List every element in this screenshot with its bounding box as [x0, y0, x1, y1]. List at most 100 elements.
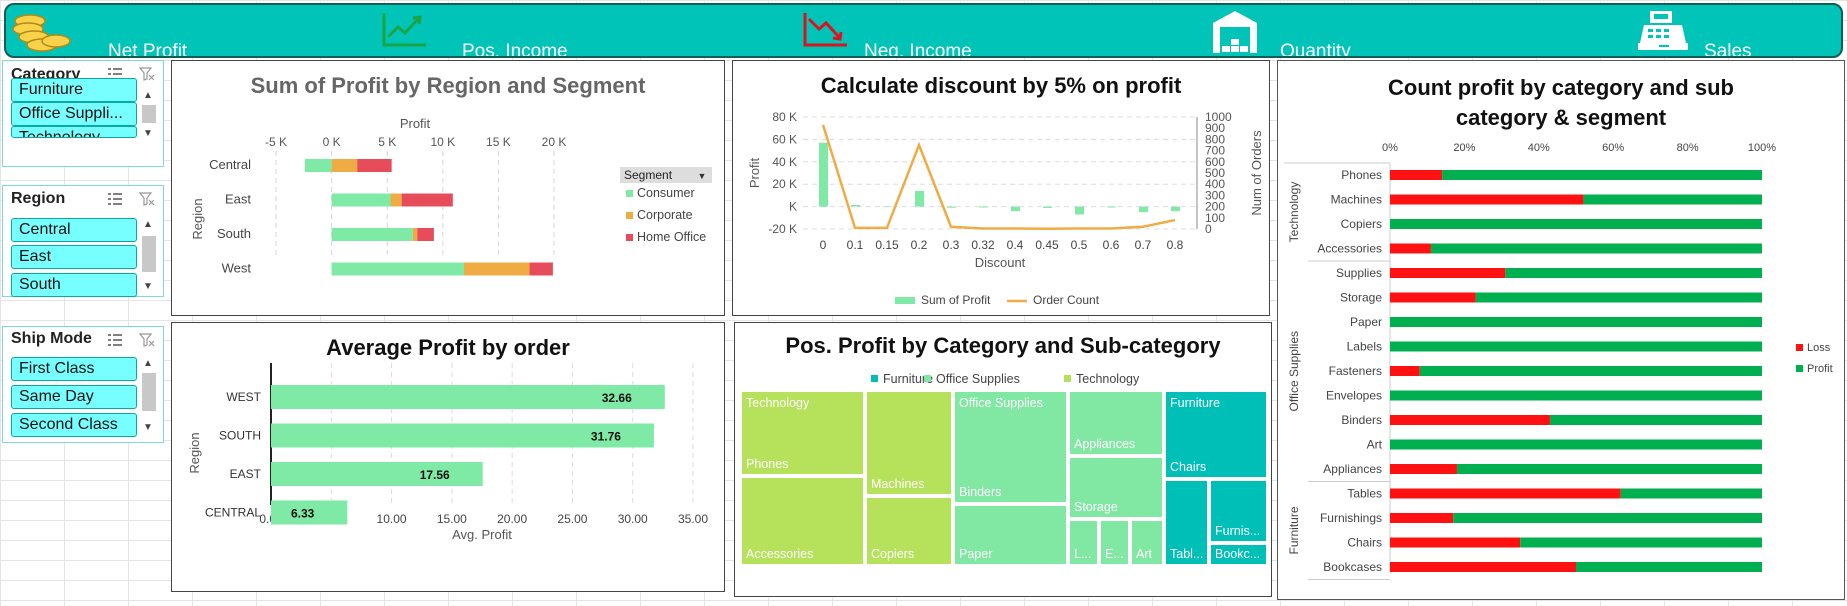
x-tick-label: 15 K — [486, 135, 511, 149]
region-slicer: Region Central East South ▲ ▼ — [2, 185, 164, 297]
bar-segment — [390, 193, 402, 207]
scroll-down-icon[interactable]: ▼ — [143, 129, 153, 139]
bar — [1139, 206, 1148, 213]
slicer-item[interactable]: East — [11, 245, 137, 269]
treemap-cell-label: Copiers — [871, 547, 914, 561]
legend-label: Loss — [1807, 342, 1831, 354]
loss-bar — [1390, 292, 1476, 303]
loss-bar — [1390, 415, 1550, 425]
scroll-up-icon[interactable]: ▲ — [143, 359, 153, 369]
discount-chart: -20 KK20 K40 K60 K80 K010020030040050060… — [747, 110, 1264, 307]
bar-segment — [401, 193, 453, 207]
y-tick-label: East — [225, 192, 251, 207]
bar — [1011, 206, 1020, 212]
profit-bar — [1583, 194, 1762, 205]
slicer-item[interactable]: Office Suppli... — [11, 102, 137, 126]
slicer-item[interactable]: Furniture — [11, 78, 137, 102]
chevron-down-icon: ▼ — [698, 171, 707, 181]
y-tick-label: Labels — [1347, 340, 1382, 354]
treemap-cell-label: Paper — [959, 547, 992, 561]
profit-bar — [1549, 415, 1762, 425]
profit-bar — [1390, 439, 1762, 450]
group-label: Office Supplies — [1287, 331, 1301, 412]
coins-icon — [12, 14, 71, 52]
loss-bar — [1390, 464, 1457, 474]
x-tick-label: 0.1 — [847, 238, 864, 252]
multi-select-icon[interactable] — [107, 192, 123, 206]
data-label: 32.66 — [602, 391, 632, 405]
category-slicer: Category Furniture Office Suppli... Tech… — [2, 60, 164, 167]
kpi-banner: Net Profit Pos. Income Neg. Income Quant… — [4, 3, 1843, 58]
profit-bar — [1390, 317, 1762, 327]
profit-bar — [1576, 562, 1762, 572]
x-tick-label: 0.4 — [1007, 238, 1024, 252]
slicer-scrollbar[interactable]: ▲ ▼ — [141, 218, 157, 296]
scroll-down-icon[interactable]: ▼ — [143, 282, 153, 292]
x-tick-label: 35.00 — [678, 512, 708, 526]
scroll-up-icon[interactable]: ▲ — [143, 220, 153, 230]
slicer-scrollbar[interactable]: ▲ ▼ — [141, 357, 157, 437]
treemap-cell-label: Storage — [1074, 500, 1118, 514]
bar-segment — [412, 228, 418, 241]
legend-title: Segment — [624, 168, 673, 182]
clear-filter-icon[interactable] — [139, 333, 155, 347]
y-tick-label: CENTRAL — [205, 506, 261, 520]
slicer-scrollbar[interactable]: ▲ ▼ — [141, 91, 157, 141]
treemap-cell-label: Phones — [746, 457, 788, 471]
slicer-item[interactable]: Same Day — [11, 385, 137, 409]
clear-filter-icon[interactable] — [139, 192, 155, 206]
treemap-group-label: Furniture — [1170, 396, 1220, 410]
x-tick-label: 25.00 — [557, 512, 587, 526]
legend-swatch — [1796, 365, 1803, 372]
bar — [819, 142, 828, 207]
loss-bar — [1390, 268, 1506, 278]
x-axis-title: Profit — [400, 116, 431, 131]
bar — [851, 204, 860, 207]
slicer-item[interactable]: South — [11, 273, 137, 297]
profit-bar — [1475, 292, 1762, 303]
y-tick-label: 40 K — [772, 155, 797, 169]
kpi-label: Sales — [1704, 41, 1752, 58]
cash-register-icon — [1638, 11, 1688, 50]
y2-axis-title: Num of Orders — [1249, 130, 1264, 216]
loss-bar — [1390, 170, 1443, 180]
bar-segment — [331, 159, 358, 172]
legend-label: Office Supplies — [936, 372, 1020, 386]
scroll-down-icon[interactable]: ▼ — [143, 423, 153, 433]
legend-label: Order Count — [1033, 293, 1100, 307]
kpi-label: Net Profit — [108, 41, 188, 58]
treemap-chart: Furniture Office Supplies Technology Techno… — [740, 372, 1268, 566]
slicer-item[interactable]: Second Class — [11, 413, 137, 437]
y-tick-label: Bookcases — [1323, 560, 1382, 574]
treemap-cell-label: Art — [1136, 547, 1153, 561]
clear-filter-icon[interactable] — [139, 67, 155, 81]
multi-select-icon[interactable] — [107, 333, 123, 347]
y-tick-label: Appliances — [1323, 462, 1382, 476]
warehouse-icon — [1213, 11, 1257, 53]
data-label: 17.56 — [420, 468, 450, 482]
slicer-item[interactable]: First Class — [11, 357, 137, 381]
loss-bar — [1390, 488, 1621, 499]
bar — [1075, 206, 1084, 215]
profit-count-panel: Count profit by category and sub categor… — [1277, 60, 1845, 600]
profit-bar — [1505, 268, 1762, 278]
slicer-title: Region — [11, 190, 66, 207]
treemap-cell-label: Appliances — [1074, 437, 1135, 451]
y-tick-label: Fasteners — [1329, 364, 1382, 378]
slicer-item[interactable]: Central — [11, 218, 137, 242]
y-tick-label: South — [217, 226, 251, 241]
x-tick-label: 0.8 — [1167, 238, 1184, 252]
slicer-item[interactable]: Technology — [11, 126, 137, 138]
y-tick-label: K — [789, 200, 797, 214]
scroll-up-icon[interactable]: ▲ — [143, 91, 153, 101]
legend-label: Sum of Profit — [921, 293, 991, 307]
y-tick-label: -20 K — [768, 222, 797, 236]
y-tick-label: 20 K — [772, 177, 797, 191]
legend-label: Corporate — [637, 208, 693, 222]
x-tick-label: 20 K — [542, 135, 567, 149]
y-tick-label: Tables — [1347, 487, 1382, 501]
x-tick-label: 0.6 — [1103, 238, 1120, 252]
group-label: Furniture — [1287, 506, 1301, 554]
y-tick-label: EAST — [230, 467, 262, 481]
loss-bar — [1390, 562, 1576, 572]
